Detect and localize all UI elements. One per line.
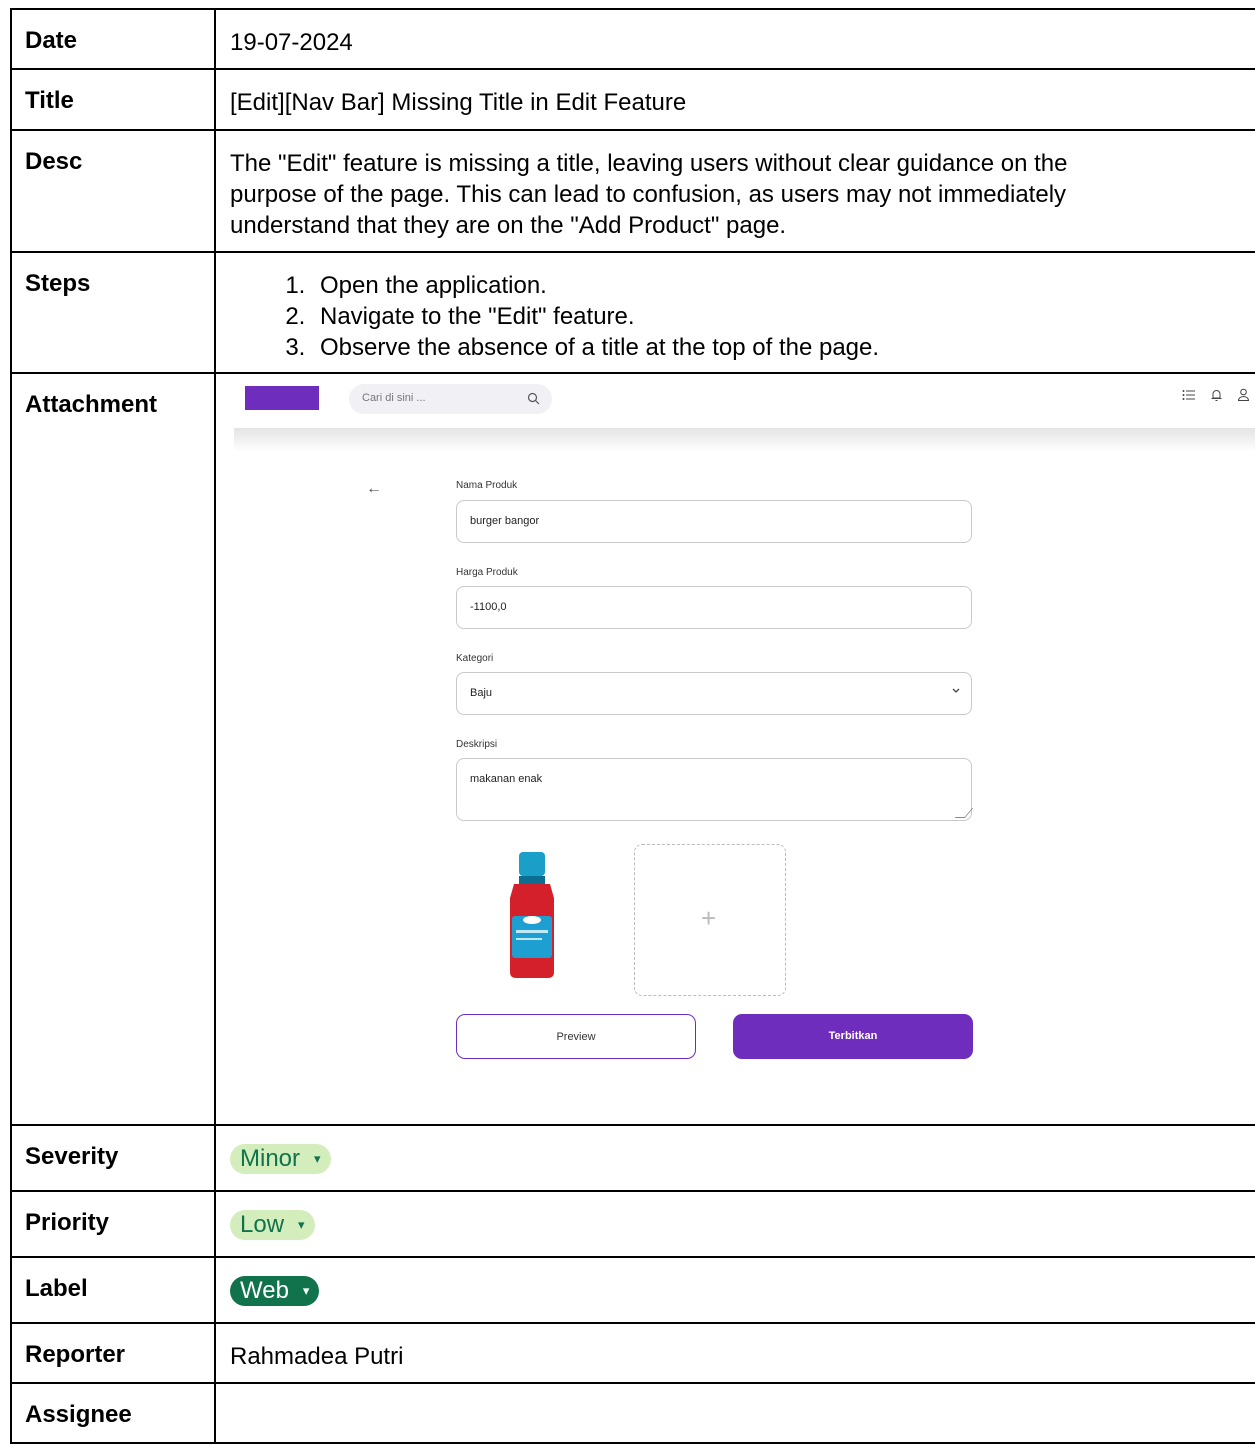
description-textarea[interactable]: makanan enak	[456, 758, 974, 821]
row-label: Label Web ▾	[10, 1256, 1255, 1324]
desc-label: Desc	[10, 129, 216, 253]
product-image	[510, 852, 554, 978]
description-value: makanan enak	[470, 773, 543, 785]
step-item: Open the application.	[312, 270, 1255, 301]
step-item: Observe the absence of a title at the to…	[312, 332, 1255, 363]
attachment-cell: Cari di sini ... ← Nama Produk burger ba…	[214, 372, 1255, 1126]
label-label: Label	[10, 1256, 216, 1324]
row-steps: Steps Open the application. Navigate to …	[10, 251, 1255, 374]
product-name-input[interactable]: burger bangor	[456, 500, 972, 543]
priority-chip-text: Low	[240, 1211, 285, 1238]
severity-chip-text: Minor	[240, 1145, 301, 1172]
date-label: Date	[10, 8, 216, 70]
category-value: Baju	[470, 687, 493, 699]
label-chip[interactable]: Web ▾	[230, 1275, 320, 1306]
desc-value: The "Edit" feature is missing a title, l…	[214, 129, 1255, 253]
row-assignee: Assignee	[10, 1382, 1255, 1444]
steps-value: Open the application. Navigate to the "E…	[214, 251, 1255, 374]
step-item: Navigate to the "Edit" feature.	[312, 301, 1255, 332]
search-placeholder: Cari di sini ...	[362, 392, 426, 404]
date-value: 19-07-2024	[214, 8, 1255, 70]
list-icon[interactable]	[1182, 389, 1196, 401]
steps-list: Open the application. Navigate to the "E…	[216, 270, 1255, 363]
product-price-input[interactable]: -1100,0	[456, 586, 972, 629]
product-price-label: Harga Produk	[456, 567, 518, 578]
search-input[interactable]: Cari di sini ...	[349, 384, 552, 414]
chevron-down-icon[interactable]	[951, 687, 961, 695]
title-value: [Edit][Nav Bar] Missing Title in Edit Fe…	[214, 68, 1255, 131]
resize-handle[interactable]	[954, 808, 974, 818]
title-label: Title	[10, 68, 216, 131]
priority-value: Low ▾	[214, 1190, 1255, 1258]
row-priority: Priority Low ▾	[10, 1190, 1255, 1258]
row-reporter: Reporter Rahmadea Putri	[10, 1322, 1255, 1384]
user-icon[interactable]	[1237, 388, 1250, 402]
image-upload-dropzone[interactable]: +	[634, 844, 786, 996]
priority-label: Priority	[10, 1190, 216, 1258]
priority-chip[interactable]: Low ▾	[230, 1209, 315, 1240]
product-name-label: Nama Produk	[456, 480, 518, 491]
desc-line-2: purpose of the page. This can lead to co…	[230, 181, 1067, 208]
preview-button[interactable]: Preview	[456, 1014, 696, 1059]
severity-label: Severity	[10, 1124, 216, 1192]
chevron-down-icon: ▾	[302, 1283, 310, 1298]
label-value: Web ▾	[214, 1256, 1255, 1324]
category-select[interactable]: Baju	[456, 672, 972, 715]
plus-icon: +	[701, 903, 717, 933]
desc-line-1: The "Edit" feature is missing a title, l…	[230, 150, 1068, 177]
row-title: Title [Edit][Nav Bar] Missing Title in E…	[10, 68, 1255, 131]
app-logo[interactable]	[245, 386, 319, 410]
topbar-shadow	[234, 428, 1255, 452]
nav-icons	[1182, 388, 1250, 402]
attachment-label: Attachment	[10, 372, 216, 1126]
severity-chip[interactable]: Minor ▾	[230, 1143, 331, 1174]
publish-button[interactable]: Terbitkan	[733, 1014, 973, 1059]
chevron-down-icon: ▾	[314, 1151, 321, 1166]
bell-icon[interactable]	[1210, 388, 1223, 402]
reporter-value: Rahmadea Putri	[214, 1322, 1255, 1384]
desc-line-3: understand that they are on the "Add Pro…	[230, 212, 787, 239]
row-desc: Desc The "Edit" feature is missing a tit…	[10, 129, 1255, 253]
steps-label: Steps	[10, 251, 216, 374]
row-date: Date 19-07-2024	[10, 8, 1255, 70]
label-chip-text: Web	[240, 1277, 289, 1304]
bug-report-table: Date 19-07-2024 Title [Edit][Nav Bar] Mi…	[10, 8, 1255, 1444]
attachment-screenshot: Cari di sini ... ← Nama Produk burger ba…	[216, 374, 1255, 1124]
assignee-value	[214, 1382, 1255, 1444]
chevron-down-icon: ▾	[298, 1217, 305, 1232]
reporter-label: Reporter	[10, 1322, 216, 1384]
search-icon[interactable]	[527, 392, 540, 405]
severity-value: Minor ▾	[214, 1124, 1255, 1192]
category-label: Kategori	[456, 653, 494, 664]
row-severity: Severity Minor ▾	[10, 1124, 1255, 1192]
description-label: Deskripsi	[456, 739, 498, 750]
back-arrow-icon[interactable]: ←	[366, 480, 382, 498]
row-attachment: Attachment Cari di sini ... ← Nama Produ…	[10, 372, 1255, 1126]
assignee-label: Assignee	[10, 1382, 216, 1444]
